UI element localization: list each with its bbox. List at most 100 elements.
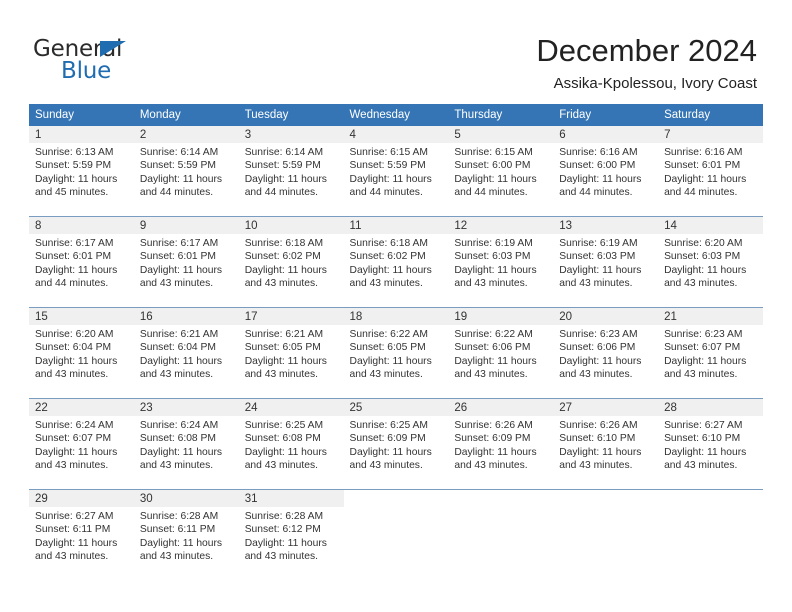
sunset-time: Sunset: 6:05 PM bbox=[349, 342, 426, 354]
day-number: 23 bbox=[133, 399, 239, 416]
calendar-day-cell[interactable]: 8 Sunrise: 6:17 AM Sunset: 6:01 PM Daylight… bbox=[29, 216, 134, 308]
day-number: 20 bbox=[553, 308, 659, 325]
calendar-day-cell[interactable]: 16 Sunrise: 6:21 AM Sunset: 6:04 PM Dayligh… bbox=[133, 307, 239, 399]
day-cell-inner: 18 Sunrise: 6:22 AM Sunset: 6:05 PM Dayligh… bbox=[343, 308, 449, 398]
sunset-time: Sunset: 6:07 PM bbox=[35, 433, 112, 445]
sunset-time: Sunset: 5:59 PM bbox=[349, 160, 426, 172]
calendar-day-cell[interactable]: 19 Sunrise: 6:22 AM Sunset: 6:06 PM Dayligh… bbox=[448, 307, 554, 399]
calendar-day-cell[interactable] bbox=[448, 489, 554, 580]
sunset-time: Sunset: 6:06 PM bbox=[454, 342, 531, 354]
weekday-header-tuesday: Tuesday bbox=[238, 104, 344, 126]
logo-text-blue: Blue bbox=[61, 58, 112, 84]
day-number: 27 bbox=[553, 399, 659, 416]
day-number: 17 bbox=[238, 308, 344, 325]
daylight-duration-line2: and 43 minutes. bbox=[454, 460, 528, 472]
day-cell-inner bbox=[344, 490, 449, 580]
calendar-day-cell[interactable]: 7 Sunrise: 6:16 AM Sunset: 6:01 PM Daylight… bbox=[658, 126, 763, 217]
general-blue-logo[interactable]: General Blue bbox=[33, 36, 163, 84]
daylight-duration-line2: and 43 minutes. bbox=[139, 460, 214, 472]
day-cell-inner bbox=[553, 490, 658, 580]
calendar-day-cell[interactable] bbox=[553, 489, 659, 580]
daylight-duration-line2: and 43 minutes. bbox=[139, 551, 214, 563]
sunset-time: Sunset: 6:00 PM bbox=[454, 160, 531, 172]
sunset-time: Sunset: 6:02 PM bbox=[349, 251, 426, 263]
day-cell-inner: 30 Sunrise: 6:28 AM Sunset: 6:11 PM Dayligh… bbox=[133, 490, 239, 580]
sunrise-time: Sunrise: 6:19 AM bbox=[454, 238, 533, 249]
calendar-day-cell[interactable] bbox=[658, 489, 763, 580]
day-number: 6 bbox=[553, 126, 659, 143]
daylight-duration-line2: and 43 minutes. bbox=[139, 369, 214, 381]
calendar-day-cell[interactable]: 13 Sunrise: 6:19 AM Sunset: 6:03 PM Dayligh… bbox=[553, 216, 659, 308]
sunrise-time: Sunrise: 6:21 AM bbox=[244, 329, 324, 340]
calendar-day-cell[interactable]: 5 Sunrise: 6:15 AM Sunset: 6:00 PM Daylight… bbox=[448, 126, 554, 217]
daylight-duration-line1: Daylight: 11 hours bbox=[139, 264, 223, 276]
day-details: Sunrise: 6:17 AM Sunset: 6:01 PM Daylight:… bbox=[29, 234, 134, 291]
calendar-day-cell[interactable]: 2 Sunrise: 6:14 AM Sunset: 5:59 PM Daylight… bbox=[133, 126, 239, 217]
calendar-day-cell[interactable]: 26 Sunrise: 6:26 AM Sunset: 6:09 PM Dayligh… bbox=[448, 398, 554, 490]
calendar-week-row: 1 Sunrise: 6:13 AM Sunset: 5:59 PM Daylight… bbox=[29, 126, 763, 217]
sunrise-time: Sunrise: 6:16 AM bbox=[664, 147, 743, 158]
sunrise-time: Sunrise: 6:25 AM bbox=[244, 420, 324, 431]
calendar-day-cell[interactable]: 12 Sunrise: 6:19 AM Sunset: 6:03 PM Dayligh… bbox=[448, 216, 554, 308]
weekday-header-monday: Monday bbox=[133, 104, 239, 126]
sunset-time: Sunset: 5:59 PM bbox=[35, 160, 112, 172]
calendar-day-cell[interactable]: 11 Sunrise: 6:18 AM Sunset: 6:02 PM Dayligh… bbox=[343, 216, 449, 308]
calendar-day-cell[interactable]: 31 Sunrise: 6:28 AM Sunset: 6:12 PM Dayligh… bbox=[238, 489, 344, 580]
calendar-day-cell[interactable]: 30 Sunrise: 6:28 AM Sunset: 6:11 PM Dayligh… bbox=[133, 489, 239, 580]
calendar-header-row: Sunday Monday Tuesday Wednesday Thursday… bbox=[29, 104, 763, 126]
day-number: 4 bbox=[343, 126, 449, 143]
sunrise-time: Sunrise: 6:17 AM bbox=[35, 238, 114, 249]
calendar-day-cell[interactable]: 4 Sunrise: 6:15 AM Sunset: 5:59 PM Daylight… bbox=[343, 126, 449, 217]
daylight-duration-line1: Daylight: 11 hours bbox=[244, 173, 327, 185]
calendar-day-cell[interactable]: 18 Sunrise: 6:22 AM Sunset: 6:05 PM Dayligh… bbox=[343, 307, 449, 399]
day-number: 11 bbox=[343, 217, 449, 234]
calendar-day-cell[interactable]: 17 Sunrise: 6:21 AM Sunset: 6:05 PM Dayligh… bbox=[238, 307, 344, 399]
sunset-time: Sunset: 5:59 PM bbox=[139, 160, 216, 172]
sunset-time: Sunset: 6:09 PM bbox=[349, 433, 426, 445]
day-cell-inner: 13 Sunrise: 6:19 AM Sunset: 6:03 PM Dayligh… bbox=[553, 217, 659, 307]
day-details: Sunrise: 6:25 AM Sunset: 6:09 PM Daylight:… bbox=[344, 416, 449, 473]
calendar-day-cell[interactable]: 27 Sunrise: 6:26 AM Sunset: 6:10 PM Dayligh… bbox=[553, 398, 659, 490]
calendar-day-cell[interactable]: 6 Sunrise: 6:16 AM Sunset: 6:00 PM Daylight… bbox=[553, 126, 659, 217]
day-cell-inner: 23 Sunrise: 6:24 AM Sunset: 6:08 PM Dayligh… bbox=[133, 399, 239, 489]
day-cell-inner: 2 Sunrise: 6:14 AM Sunset: 5:59 PM Daylight… bbox=[133, 126, 239, 216]
sunset-time: Sunset: 6:12 PM bbox=[244, 524, 321, 536]
sunrise-time: Sunrise: 6:20 AM bbox=[664, 238, 743, 249]
sunset-time: Sunset: 5:59 PM bbox=[244, 160, 321, 172]
calendar-day-cell[interactable] bbox=[343, 489, 449, 580]
sunrise-time: Sunrise: 6:13 AM bbox=[35, 147, 114, 158]
calendar-day-cell[interactable]: 9 Sunrise: 6:17 AM Sunset: 6:01 PM Daylight… bbox=[133, 216, 239, 308]
calendar-day-cell[interactable]: 29 Sunrise: 6:27 AM Sunset: 6:11 PM Dayligh… bbox=[29, 489, 134, 580]
calendar-day-cell[interactable]: 14 Sunrise: 6:20 AM Sunset: 6:03 PM Dayligh… bbox=[658, 216, 763, 308]
month-calendar: Sunday Monday Tuesday Wednesday Thursday… bbox=[29, 104, 763, 580]
calendar-day-cell[interactable]: 3 Sunrise: 6:14 AM Sunset: 5:59 PM Daylight… bbox=[238, 126, 344, 217]
calendar-day-cell[interactable]: 23 Sunrise: 6:24 AM Sunset: 6:08 PM Dayligh… bbox=[133, 398, 239, 490]
day-details: Sunrise: 6:15 AM Sunset: 5:59 PM Daylight:… bbox=[344, 143, 449, 200]
day-number: 7 bbox=[658, 126, 763, 143]
sunrise-time: Sunrise: 6:18 AM bbox=[349, 238, 428, 249]
sunset-time: Sunset: 6:02 PM bbox=[244, 251, 321, 263]
daylight-duration-line1: Daylight: 11 hours bbox=[454, 264, 537, 276]
day-number: 13 bbox=[553, 217, 659, 234]
daylight-duration-line2: and 43 minutes. bbox=[559, 460, 633, 472]
daylight-duration-line1: Daylight: 11 hours bbox=[35, 173, 118, 185]
daylight-duration-line1: Daylight: 11 hours bbox=[454, 446, 537, 458]
day-cell-inner: 25 Sunrise: 6:25 AM Sunset: 6:09 PM Dayligh… bbox=[343, 399, 449, 489]
day-cell-inner: 3 Sunrise: 6:14 AM Sunset: 5:59 PM Daylight… bbox=[238, 126, 344, 216]
sunset-time: Sunset: 6:10 PM bbox=[559, 433, 636, 445]
calendar-day-cell[interactable]: 15 Sunrise: 6:20 AM Sunset: 6:04 PM Dayligh… bbox=[29, 307, 134, 399]
calendar-day-cell[interactable]: 22 Sunrise: 6:24 AM Sunset: 6:07 PM Dayligh… bbox=[29, 398, 134, 490]
calendar-day-cell[interactable]: 21 Sunrise: 6:23 AM Sunset: 6:07 PM Dayligh… bbox=[658, 307, 763, 399]
calendar-day-cell[interactable]: 1 Sunrise: 6:13 AM Sunset: 5:59 PM Daylight… bbox=[29, 126, 134, 217]
day-details: Sunrise: 6:14 AM Sunset: 5:59 PM Daylight:… bbox=[239, 143, 344, 200]
calendar-day-cell[interactable]: 25 Sunrise: 6:25 AM Sunset: 6:09 PM Dayligh… bbox=[343, 398, 449, 490]
day-details: Sunrise: 6:25 AM Sunset: 6:08 PM Daylight:… bbox=[239, 416, 344, 473]
calendar-day-cell[interactable]: 10 Sunrise: 6:18 AM Sunset: 6:02 PM Dayligh… bbox=[238, 216, 344, 308]
daylight-duration-line2: and 44 minutes. bbox=[559, 187, 633, 199]
calendar-day-cell[interactable]: 28 Sunrise: 6:27 AM Sunset: 6:10 PM Dayligh… bbox=[658, 398, 763, 490]
calendar-day-cell[interactable]: 24 Sunrise: 6:25 AM Sunset: 6:08 PM Dayligh… bbox=[238, 398, 344, 490]
daylight-duration-line1: Daylight: 11 hours bbox=[35, 537, 118, 549]
day-cell-inner: 4 Sunrise: 6:15 AM Sunset: 5:59 PM Daylight… bbox=[343, 126, 449, 216]
day-details: Sunrise: 6:22 AM Sunset: 6:05 PM Daylight:… bbox=[344, 325, 449, 382]
calendar-day-cell[interactable]: 20 Sunrise: 6:23 AM Sunset: 6:06 PM Dayligh… bbox=[553, 307, 659, 399]
